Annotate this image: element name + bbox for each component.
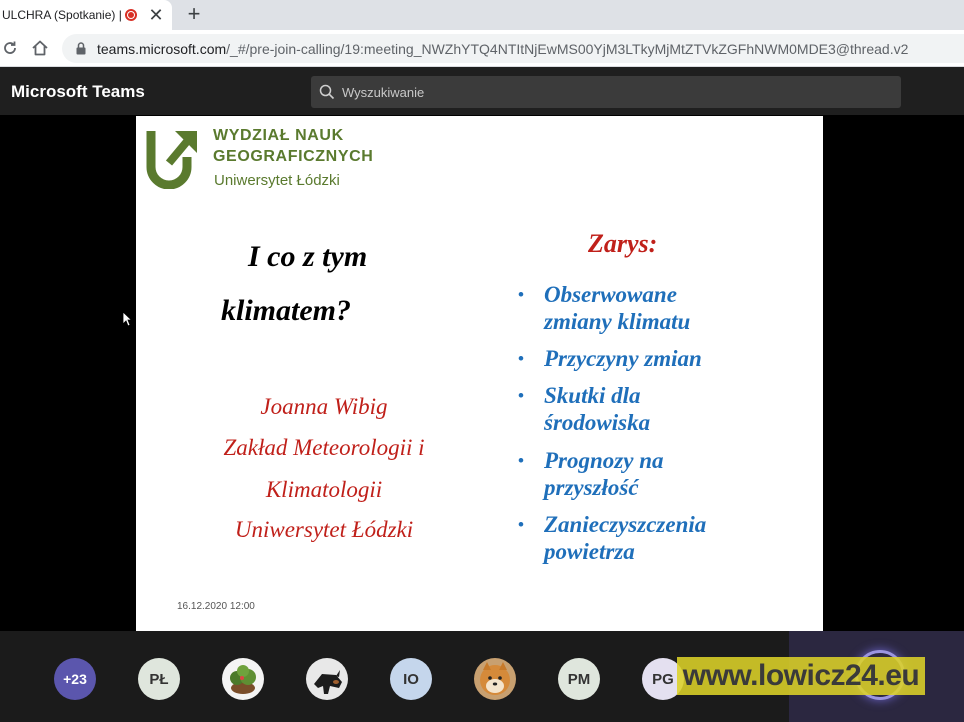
url-bar[interactable]: teams.microsoft.com/_#/pre-join-calling/… [62,34,964,63]
lock-icon[interactable] [75,42,87,56]
meeting-stage: WYDZIAŁ NAUK GEOGRAFICZNYCH Uniwersytet … [0,116,964,631]
outline-item: • Przyczyny zmian [518,346,702,371]
dog-avatar-icon [314,670,342,694]
author-university: Uniwersytet Łódzki [234,517,414,542]
outline-item: • Obserwowane zmiany klimatu [518,282,691,334]
tab-title: ULCHRA (Spotkanie) | M [2,8,124,22]
author-department-line2: Klimatologii [265,477,383,502]
outline-item: • Zanieczyszczenia powietrza [518,512,707,564]
participant-avatar[interactable]: PŁ [138,658,180,700]
search-input[interactable]: Wyszukiwanie [342,85,424,100]
outline-item: • Skutki dla środowiska [518,383,651,435]
app-title: Microsoft Teams [11,82,145,101]
home-icon[interactable] [28,36,52,60]
faculty-logo-icon [146,131,197,189]
address-bar-row: teams.microsoft.com/_#/pre-join-calling/… [0,30,964,67]
url-text: teams.microsoft.com/_#/pre-join-calling/… [97,40,909,57]
participant-avatar[interactable] [306,658,348,700]
search-icon [319,84,335,100]
participant-avatar[interactable]: PM [558,658,600,700]
participant-avatar[interactable]: IO [390,658,432,700]
browser-tab[interactable]: ULCHRA (Spotkanie) | M ✕ [0,0,172,30]
plant-avatar-icon [230,665,256,694]
logo-faculty-line2: GEOGRAFICZNYCH [213,148,374,165]
mouse-cursor-icon [122,311,132,327]
reload-icon[interactable] [0,36,22,60]
teams-header: Microsoft Teams Wyszukiwanie [0,67,964,116]
participant-avatar[interactable] [222,658,264,700]
new-tab-button[interactable]: + [182,3,206,27]
slide-title-line2: klimatem? [221,294,351,327]
more-participants-button[interactable]: +23 [54,658,96,700]
shared-slide: WYDZIAŁ NAUK GEOGRAFICZNYCH Uniwersytet … [136,116,823,631]
search-box[interactable]: Wyszukiwanie [311,76,901,108]
tab-close-button[interactable]: ✕ [146,5,166,25]
author-department-line1: Zakład Meteorologii i [223,435,425,460]
watermark: www.lowicz24.eu [677,657,925,695]
participant-avatar[interactable] [474,658,516,700]
outline-heading: Zarys: [588,229,658,258]
outline-item: • Prognozy na przyszłość [518,448,664,500]
shiba-avatar-icon [480,662,510,695]
slide-date: 16.12.2020 12:00 [177,601,255,612]
logo-university: Uniwersytet Łódzki [214,172,340,189]
browser-tab-strip: ULCHRA (Spotkanie) | M ✕ + [0,0,964,30]
author-name: Joanna Wibig [260,394,388,419]
slide-title-line1: I co z tym [248,240,368,273]
logo-faculty-line1: WYDZIAŁ NAUK [213,127,344,144]
recording-icon [125,9,137,21]
